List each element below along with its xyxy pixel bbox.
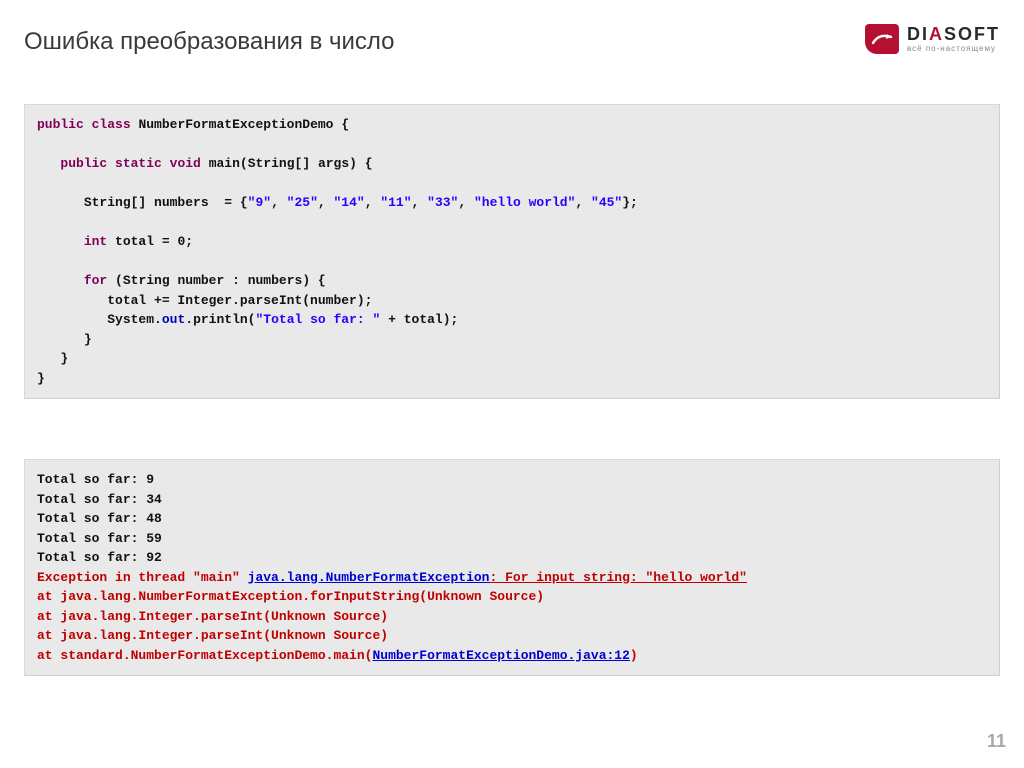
output-line: Total so far: 34 — [37, 492, 162, 507]
output-block: Total so far: 9 Total so far: 34 Total s… — [24, 459, 1000, 676]
logo-tagline: всё по-настоящему — [907, 45, 1000, 53]
output-line: Total so far: 92 — [37, 550, 162, 565]
logo: DIASOFT всё по-настоящему — [865, 24, 1000, 54]
header: Ошибка преобразования в число DIASOFT вс… — [24, 28, 1000, 56]
code-block: public class NumberFormatExceptionDemo {… — [24, 104, 1000, 399]
logo-word: DIASOFT — [907, 25, 1000, 44]
logo-text: DIASOFT всё по-настоящему — [907, 25, 1000, 53]
slide-title: Ошибка преобразования в число — [24, 28, 1000, 56]
page-number: 11 — [987, 731, 1006, 752]
slide: Ошибка преобразования в число DIASOFT вс… — [0, 0, 1024, 768]
output-line: Total so far: 59 — [37, 531, 162, 546]
stacktrace-line: at java.lang.NumberFormatException.forIn… — [37, 589, 544, 604]
stacktrace-line: at java.lang.Integer.parseInt(Unknown So… — [37, 628, 388, 643]
output-line: Total so far: 48 — [37, 511, 162, 526]
stacktrace-line: at standard.NumberFormatExceptionDemo.ma… — [37, 648, 638, 663]
output-line: Total so far: 9 — [37, 472, 154, 487]
stacktrace-line: at java.lang.Integer.parseInt(Unknown So… — [37, 609, 388, 624]
exception-line: Exception in thread "main" java.lang.Num… — [37, 570, 747, 585]
logo-mark-icon — [865, 24, 899, 54]
